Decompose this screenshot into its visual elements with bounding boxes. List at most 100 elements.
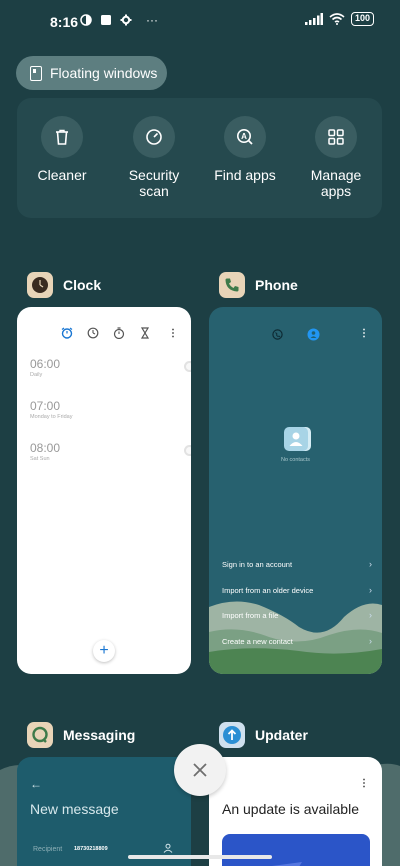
clock-app-card[interactable]: ⋮ 06:00 Daily 07:00 Monday to Friday 08:… <box>17 307 191 674</box>
alarm-repeat: Sat Sun <box>30 456 50 462</box>
update-arrow-icon <box>223 726 241 744</box>
clock-app-header: Clock <box>27 272 101 298</box>
clear-all-button[interactable] <box>174 744 226 796</box>
tool-manage-circle <box>315 116 357 158</box>
chat-bubble-icon <box>32 726 48 743</box>
no-contacts-text: No contacts <box>280 457 311 463</box>
tool-find-apps-circle: A <box>224 116 266 158</box>
clock-app-icon <box>27 272 53 298</box>
stopwatch-tab-icon[interactable] <box>113 327 125 339</box>
phone-icon <box>225 278 239 292</box>
tool-security-text: Security scan <box>128 167 180 199</box>
tool-find-apps[interactable]: A Find apps <box>200 116 290 183</box>
menu-item-label: Import from a file <box>222 611 279 620</box>
messaging-app-icon <box>27 722 53 748</box>
phone-tab-icon[interactable] <box>272 329 283 340</box>
close-icon <box>193 763 207 777</box>
tool-security-circle <box>133 116 175 158</box>
timer-tab-icon[interactable] <box>139 327 151 339</box>
alarm-repeat: Monday to Friday <box>30 414 73 420</box>
updater-app-icon <box>219 722 245 748</box>
messaging-app-header: Messaging <box>27 722 135 748</box>
menu-item-label: Create a new contact <box>222 637 293 646</box>
signal-icon <box>304 13 323 25</box>
updater-app-name: Updater <box>255 727 308 743</box>
clock-more-icon[interactable]: ⋮ <box>168 329 178 339</box>
tool-cleaner-circle <box>41 116 83 158</box>
clock-app-name: Clock <box>63 277 102 293</box>
tool-cleaner[interactable]: Cleaner <box>17 116 107 183</box>
chevron-right-icon: › <box>369 585 372 595</box>
back-arrow-icon[interactable]: ← <box>30 777 42 791</box>
vpn-icon <box>80 14 92 26</box>
alarm-repeat: Daily <box>30 372 43 378</box>
updater-app-header: Updater <box>219 722 308 748</box>
clock-tabs <box>61 327 151 339</box>
alarm-time: 08:00 <box>30 441 61 455</box>
new-message-title: New message <box>30 801 119 817</box>
tool-manage-label: Manage apps <box>291 167 381 199</box>
updater-more-icon[interactable]: ⋮ <box>359 779 369 789</box>
security-icon <box>146 129 162 145</box>
alarm-item[interactable]: 06:00 Daily <box>30 357 191 378</box>
import-older-device-item[interactable]: Import from an older device › <box>222 585 372 595</box>
menu-item-label: Import from an older device <box>222 586 314 595</box>
chevron-right-icon: › <box>369 610 372 620</box>
world-clock-tab-icon[interactable] <box>87 327 99 339</box>
recipient-value: 18730218809 <box>74 846 108 852</box>
alarm-item[interactable]: 07:00 Monday to Friday <box>30 399 73 420</box>
alarm-toggle[interactable] <box>184 361 191 372</box>
alarm-time: 06:00 <box>30 357 61 371</box>
contacts-tab-icon[interactable] <box>307 328 320 341</box>
menu-item-label: Sign in to an account <box>222 560 293 569</box>
home-indicator[interactable] <box>128 855 272 859</box>
clock-icon <box>32 277 48 293</box>
phone-app-icon <box>219 272 245 298</box>
tool-security-label: Security scan <box>109 167 199 199</box>
phone-more-icon[interactable]: ⋮ <box>359 329 369 339</box>
contact-card-icon <box>289 432 303 446</box>
update-banner-graphic: Z <box>242 862 302 866</box>
status-time: 8:16 <box>50 14 79 30</box>
chevron-right-icon: › <box>369 636 372 646</box>
tool-find-apps-label: Find apps <box>214 167 276 183</box>
more-notifications-icon: ··· <box>146 13 158 27</box>
alarm-item[interactable]: 08:00 Sat Sun <box>30 441 191 462</box>
svg-text:A: A <box>241 132 247 141</box>
status-right: 100 <box>304 12 374 26</box>
add-alarm-button[interactable]: + <box>93 640 115 662</box>
alarm-time: 07:00 <box>30 399 61 413</box>
gear-icon <box>120 14 132 26</box>
sign-in-account-item[interactable]: Sign in to an account › <box>222 559 372 569</box>
notification-square-icon <box>101 15 111 25</box>
floating-windows-button[interactable]: Floating windows <box>16 56 167 90</box>
status-bar: 8:16 ··· 100 <box>0 0 400 44</box>
recipient-label: Recipient <box>33 846 63 853</box>
tool-manage-text: Manage apps <box>310 167 362 199</box>
tool-manage-apps[interactable]: Manage apps <box>291 116 381 199</box>
floating-window-icon <box>30 65 42 81</box>
tool-cleaner-label: Cleaner <box>37 167 87 183</box>
alarm-toggle[interactable] <box>184 445 191 456</box>
update-available-title: An update is available <box>222 801 359 817</box>
find-apps-icon: A <box>237 129 253 145</box>
messaging-app-name: Messaging <box>63 727 136 743</box>
trash-icon <box>56 129 68 145</box>
chevron-right-icon: › <box>369 559 372 569</box>
import-file-item[interactable]: Import from a file › <box>222 610 372 620</box>
create-contact-item[interactable]: Create a new contact › <box>222 636 372 646</box>
tool-security-scan[interactable]: Security scan <box>109 116 199 199</box>
updater-app-card[interactable]: ⋮ An update is available Z <box>209 757 382 866</box>
no-contacts-illustration <box>284 427 308 451</box>
quick-tools-panel: Cleaner Security scan A Find apps Manage… <box>17 98 382 218</box>
status-notification-icons: ··· <box>80 13 158 27</box>
phone-app-header: Phone <box>219 272 298 298</box>
alarm-tab-icon[interactable] <box>61 327 73 339</box>
contact-picker-icon[interactable] <box>163 843 173 853</box>
floating-windows-label: Floating windows <box>50 65 158 81</box>
messaging-app-card[interactable]: ← New message Recipient 18730218809 <box>17 757 191 866</box>
wifi-icon <box>329 13 345 25</box>
landscape-illustration <box>209 601 382 674</box>
phone-app-name: Phone <box>255 277 298 293</box>
phone-app-card[interactable]: ⋮ No contacts Sign in to an account › Im… <box>209 307 382 674</box>
